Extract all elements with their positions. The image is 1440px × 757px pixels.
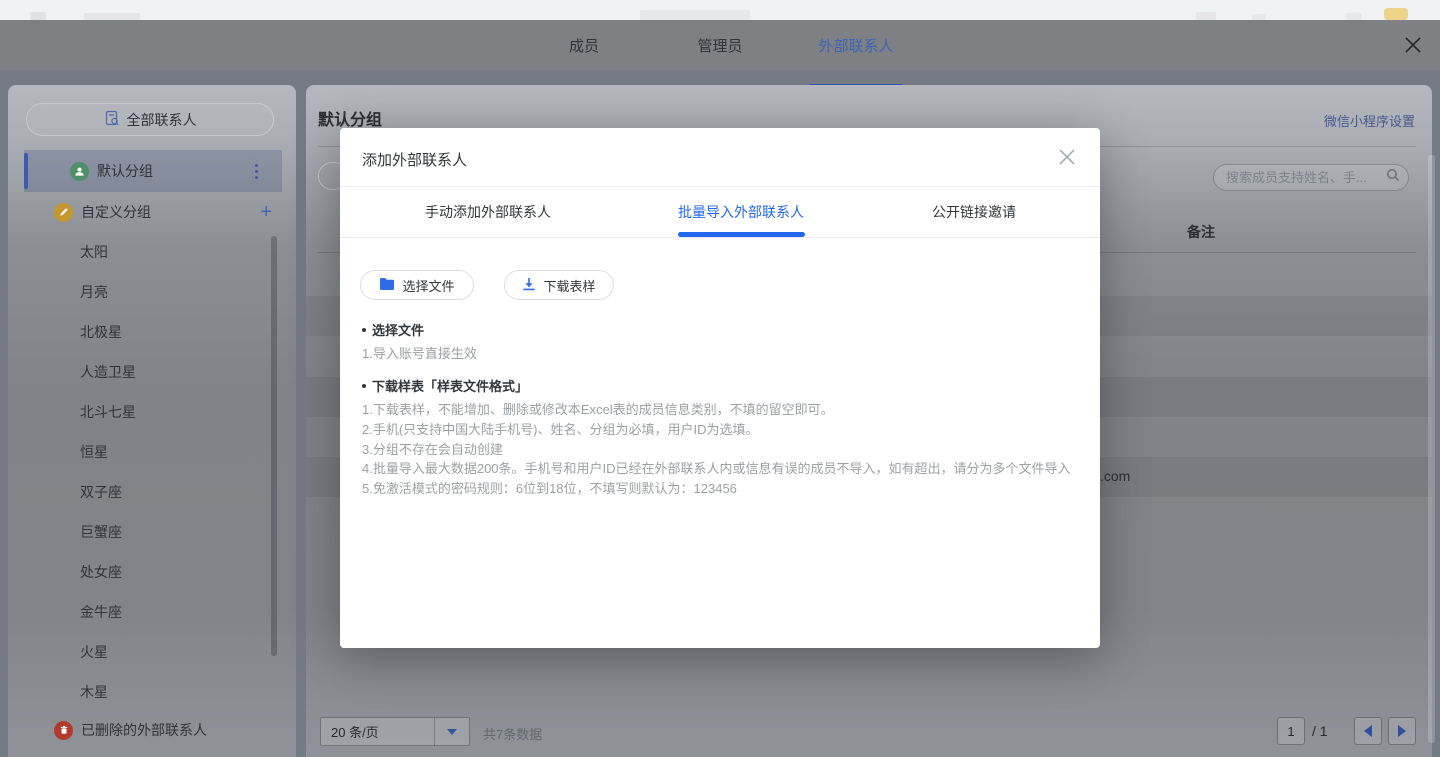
member-search-box [1213,164,1409,191]
total-count-label: 共7条数据 [483,724,542,743]
group-item[interactable]: 恒星 [8,432,296,472]
page-total-label: / 1 [1312,723,1328,739]
choose-file-label: 选择文件 [402,276,454,295]
modal-tabs-divider [340,237,1100,238]
modal-close-icon[interactable] [1056,146,1078,168]
group-item[interactable]: 火星 [8,632,296,672]
group-label: 人造卫星 [80,362,136,382]
download-icon [522,277,536,294]
modal-active-tab-underline [678,232,805,237]
table-header-remark: 备注 [1187,222,1215,242]
tab-external-contacts[interactable]: 外部联系人 [806,20,906,70]
group-item[interactable]: 金牛座 [8,592,296,632]
instruction-line: 3.分组不存在会自动创建 [362,439,503,458]
group-list: 默认分组 自定义分组 + 太阳 月亮 北极星 人造卫星 北斗七星 恒星 双子座 … [8,150,296,748]
bullet-dot [362,384,366,388]
prev-page-button[interactable] [1354,717,1382,745]
download-template-button[interactable]: 下载表样 [504,270,614,300]
group-label: 恒星 [80,442,108,462]
all-contacts-label: 全部联系人 [127,110,197,130]
search-input[interactable] [1226,170,1386,185]
group-item[interactable]: 双子座 [8,472,296,512]
current-page-input[interactable]: 1 [1277,717,1305,745]
faded-page-title [640,10,750,20]
content-scrollbar[interactable] [1428,155,1435,743]
deleted-contacts-item[interactable]: 已删除的外部联系人 [8,712,296,748]
add-group-plus-icon[interactable]: + [260,202,272,222]
instruction-line: 5.免激活模式的密码规则：6位到18位，不填写则默认为：123456 [362,478,737,497]
pencil-circle-icon [54,203,73,222]
group-item-default[interactable]: 默认分组 [24,150,282,192]
group-label: 巨蟹座 [80,522,122,542]
download-template-label: 下载表样 [543,276,595,295]
group-item[interactable]: 北极星 [8,312,296,352]
arrow-right-icon [1398,725,1406,737]
dialog-tab-bar: 成员 管理员 外部联系人 [0,20,1440,70]
page-size-value: 20 条/页 [321,722,434,741]
tab-admins[interactable]: 管理员 [670,20,770,70]
group-label: 默认分组 [97,161,153,181]
content-title: 默认分组 [318,106,382,130]
group-label: 月亮 [80,282,108,302]
folder-icon [379,277,395,294]
selected-indicator-bar [24,153,28,189]
group-label: 太阳 [80,242,108,262]
address-book-icon [104,110,120,129]
table-cell-email-partial: .com [1100,468,1130,484]
modal-tab-bar: 手动添加外部联系人 批量导入外部联系人 公开链接邀请 [340,186,1100,238]
instruction-line: 1.下载表样，不能增加、删除或修改本Excel表的成员信息类别，不填的留空即可。 [362,399,834,418]
faded-toolbar-icon [1196,12,1216,20]
instruction-line: 4.批量导入最大数据200条。手机号和用户ID已经在外部联系人内或信息有误的成员… [362,458,1071,477]
faded-logo [30,12,46,20]
dialog-close-icon[interactable] [1402,34,1424,56]
faded-vip-icon [1384,8,1408,20]
group-label: 金牛座 [80,602,122,622]
instruction-line: 2.手机(只支持中国大陆手机号)、姓名、分组为必填，用户ID为选填。 [362,419,759,438]
modal-tab-manual-add[interactable]: 手动添加外部联系人 [400,186,576,238]
add-external-contact-modal: 添加外部联系人 手动添加外部联系人 批量导入外部联系人 公开链接邀请 选择文件 … [340,128,1100,648]
group-item-custom[interactable]: 自定义分组 + [8,192,296,232]
search-icon[interactable] [1386,168,1400,187]
modal-tab-batch-import[interactable]: 批量导入外部联系人 [653,186,829,238]
group-item[interactable]: 木星 [8,672,296,712]
arrow-left-icon [1364,725,1372,737]
deleted-contacts-label: 已删除的外部联系人 [81,720,207,740]
tab-members[interactable]: 成员 [534,20,634,70]
group-label: 北斗七星 [80,402,136,422]
group-label: 火星 [80,642,108,662]
modal-title: 添加外部联系人 [362,149,467,170]
next-page-button[interactable] [1388,717,1416,745]
group-label: 北极星 [80,322,122,342]
trash-circle-icon [54,721,73,740]
faded-toolbar-icon [1346,13,1362,20]
group-menu-dots-icon[interactable] [255,164,258,179]
instruction-line: 1.导入账号直接生效 [362,343,477,362]
wechat-miniprogram-settings-link[interactable]: 微信小程序设置 [1324,111,1415,130]
faded-breadcrumb [84,13,140,20]
page-size-select[interactable]: 20 条/页 [320,717,470,746]
section-heading-download-template: 下载样表「样表文件格式」 [362,376,528,395]
faded-app-bar [0,0,1440,20]
group-label: 处女座 [80,562,122,582]
group-item[interactable]: 月亮 [8,272,296,312]
person-circle-icon [70,162,89,181]
groups-sidebar: 全部联系人 默认分组 自定义分组 + 太阳 月亮 北极星 人造卫星 北斗七星 恒… [8,85,296,757]
sidebar-scrollbar[interactable] [271,236,277,656]
group-item[interactable]: 北斗七星 [8,392,296,432]
group-item[interactable]: 人造卫星 [8,352,296,392]
section-heading-choose-file: 选择文件 [362,320,424,339]
group-label: 木星 [80,682,108,702]
group-label: 双子座 [80,482,122,502]
modal-tab-public-link[interactable]: 公开链接邀请 [886,186,1062,238]
group-item[interactable]: 处女座 [8,552,296,592]
bullet-dot [362,328,366,332]
group-item[interactable]: 巨蟹座 [8,512,296,552]
group-item[interactable]: 太阳 [8,232,296,272]
chevron-down-icon [435,729,469,735]
group-label: 自定义分组 [81,202,151,222]
all-contacts-button[interactable]: 全部联系人 [26,103,274,136]
current-page-value: 1 [1287,724,1294,739]
choose-file-button[interactable]: 选择文件 [360,270,474,300]
